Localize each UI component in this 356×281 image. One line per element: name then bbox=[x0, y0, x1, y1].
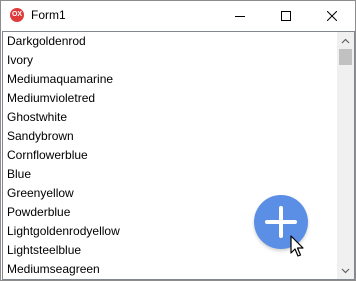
scroll-down-arrow-icon bbox=[341, 268, 350, 273]
list-item[interactable]: Ivory bbox=[3, 51, 337, 70]
title-bar[interactable]: OX Form1 bbox=[1, 1, 355, 30]
minimize-button[interactable] bbox=[217, 1, 263, 30]
maximize-button[interactable] bbox=[263, 1, 309, 30]
mouse-pointer-icon bbox=[290, 235, 304, 257]
close-icon bbox=[327, 10, 337, 21]
form1-window: OX Form1 Darkgoldenrod Ivory Mediumaquam… bbox=[0, 0, 356, 281]
scroll-up-button[interactable] bbox=[337, 32, 354, 49]
scroll-up-arrow-icon bbox=[341, 38, 350, 43]
vertical-scrollbar[interactable] bbox=[337, 32, 354, 279]
close-button[interactable] bbox=[309, 1, 355, 30]
list-item[interactable]: Mediumaquamarine bbox=[3, 70, 337, 89]
minimize-icon bbox=[235, 15, 245, 17]
list-item[interactable]: Sandybrown bbox=[3, 127, 337, 146]
list-item[interactable]: Ghostwhite bbox=[3, 108, 337, 127]
list-item[interactable]: Mediumvioletred bbox=[3, 89, 337, 108]
window-title: Form1 bbox=[31, 8, 66, 22]
scroll-down-button[interactable] bbox=[337, 262, 354, 279]
list-item[interactable]: Mediumseagreen bbox=[3, 260, 337, 279]
list-item[interactable]: Blue bbox=[3, 165, 337, 184]
scrollbar-thumb[interactable] bbox=[339, 49, 352, 65]
list-item[interactable]: Cornflowerblue bbox=[3, 146, 337, 165]
maximize-icon bbox=[281, 10, 291, 21]
plus-icon bbox=[265, 206, 297, 238]
list-item[interactable]: Darkgoldenrod bbox=[3, 32, 337, 51]
app-icon: OX bbox=[10, 8, 24, 22]
